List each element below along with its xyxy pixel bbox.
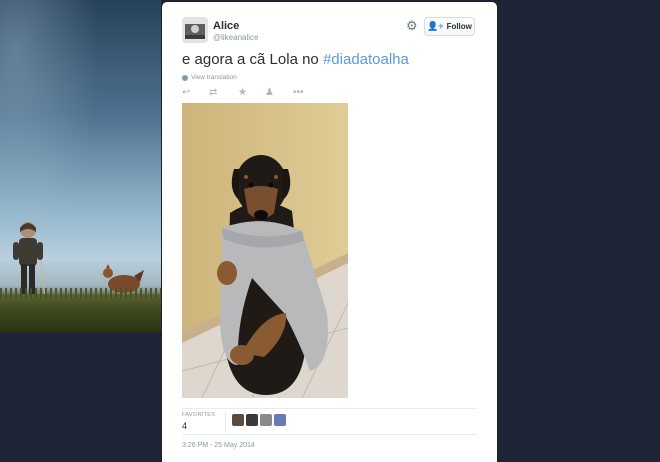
divider: [182, 408, 477, 409]
dog-with-towel-image: [182, 103, 348, 398]
tweet-body: e agora a cã Lola no: [182, 51, 323, 68]
add-user-icon: 👤+: [427, 21, 444, 31]
divider: [225, 411, 226, 433]
divider: [182, 434, 477, 435]
tweet-actions: ↩ ⇄ ★ ♟ •••: [182, 87, 312, 99]
tweet-card: Alice @likeanalice ⚙ 👤+ Follow e agora a…: [162, 2, 497, 462]
user-name[interactable]: Alice: [213, 20, 239, 32]
tweet-text: e agora a cã Lola no #diadatoalha: [182, 51, 409, 68]
background-photo: [0, 0, 161, 332]
favoriter-avatar[interactable]: [232, 414, 244, 426]
grass: [0, 288, 161, 332]
follow-icon[interactable]: ♟: [265, 87, 274, 99]
favoriters-list: [232, 414, 286, 428]
globe-icon: [182, 74, 188, 81]
view-translation-label: View translation: [191, 74, 237, 81]
follow-button-label: Follow: [446, 22, 472, 31]
gear-icon[interactable]: ⚙: [406, 19, 419, 32]
favorites-count[interactable]: 4: [182, 421, 187, 431]
retweet-icon[interactable]: ⇄: [209, 87, 217, 99]
favorites-label: FAVORITES: [182, 412, 216, 418]
user-handle[interactable]: @likeanalice: [213, 33, 258, 42]
reply-icon[interactable]: ↩: [182, 87, 190, 99]
avatar[interactable]: [182, 17, 208, 43]
favoriter-avatar[interactable]: [246, 414, 258, 426]
tweet-timestamp[interactable]: 3:26 PM - 25 May 2014: [182, 442, 255, 449]
hashtag-link[interactable]: #diadatoalha: [323, 51, 409, 68]
more-icon[interactable]: •••: [293, 87, 304, 99]
view-translation-link[interactable]: View translation: [182, 74, 237, 81]
favorite-icon[interactable]: ★: [238, 87, 247, 99]
favoriter-avatar[interactable]: [260, 414, 272, 426]
tweet-photo[interactable]: [182, 103, 348, 398]
favoriter-avatar[interactable]: [274, 414, 286, 426]
follow-button[interactable]: 👤+ Follow: [424, 17, 475, 36]
avatar-image: [182, 17, 208, 43]
